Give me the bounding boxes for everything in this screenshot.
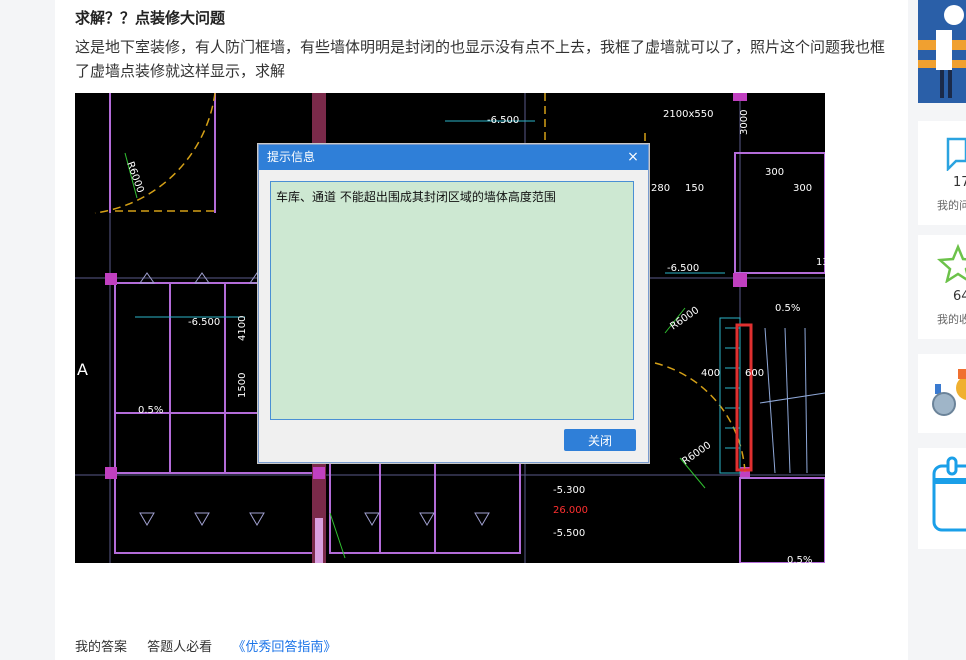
medal-icon (932, 369, 966, 416)
cad-label: -6.500 (667, 263, 699, 274)
dialog-title: 提示信息 (259, 145, 648, 170)
info-dialog: 提示信息 × 车库、通道 不能超出围成其封闭区域的墙体高度范围 关闭 (258, 144, 649, 463)
question-body: 这是地下室装修，有人防门框墙，有些墙体明明是封闭的也显示没有点不上去，我框了虚墙… (75, 38, 886, 80)
my-answer-label: 我的答案 (75, 640, 128, 655)
stat-label: 我的问 (937, 199, 966, 212)
stat-label: 我的收 (937, 313, 966, 326)
cad-label: A (77, 360, 88, 379)
cad-label: 3000 (739, 110, 750, 135)
guide-link[interactable]: 《优秀回答指南》 (232, 640, 336, 655)
chat-icon (946, 137, 966, 171)
cad-label: 26.000 (553, 505, 588, 516)
close-icon[interactable]: × (626, 145, 640, 170)
cad-label: 0.5% (775, 303, 800, 314)
cad-label: 4100 (237, 316, 248, 341)
close-button[interactable]: 关闭 (564, 429, 636, 451)
stat-value: 17 (953, 175, 966, 190)
star-icon (936, 243, 966, 283)
sidebar-stat-questions[interactable]: 17 我的问 (918, 121, 966, 225)
calendar-icon (932, 456, 966, 532)
cad-label: 1500 (237, 373, 248, 398)
cad-label: 0.5% (787, 555, 812, 563)
must-read-label: 答题人必看 (147, 640, 213, 655)
cad-label: -6.500 (487, 115, 519, 126)
cad-label: 300 (793, 183, 812, 194)
cad-label: -6.500 (188, 317, 220, 328)
stat-value: 64 (953, 289, 966, 304)
sidebar-banner[interactable] (918, 0, 966, 103)
cad-label: 300 (765, 167, 784, 178)
cad-label: R6000 (680, 440, 713, 468)
cad-label: 0.5% (138, 405, 163, 416)
banner-illustration (918, 0, 966, 103)
cad-label: -5.500 (553, 528, 585, 539)
sidebar-medals[interactable] (918, 354, 966, 433)
answer-bar: 我的答案 答题人必看 《优秀回答指南》 (75, 636, 336, 655)
dialog-message: 车库、通道 不能超出围成其封闭区域的墙体高度范围 (270, 181, 634, 420)
cad-label: 2100x550 (663, 109, 713, 120)
cad-label: 280 (651, 183, 670, 194)
cad-label: 13 (816, 257, 825, 268)
cad-label: 150 (685, 183, 704, 194)
cad-label: R6000 (124, 160, 145, 194)
cad-label: -5.300 (553, 485, 585, 496)
cad-label: 400 (701, 368, 720, 379)
cad-label: 600 (745, 368, 764, 379)
sidebar-stat-favorites[interactable]: 64 我的收 (918, 235, 966, 339)
question-title: 求解？？点装修大问题 (75, 9, 226, 27)
sidebar-checkin[interactable] (918, 448, 966, 549)
